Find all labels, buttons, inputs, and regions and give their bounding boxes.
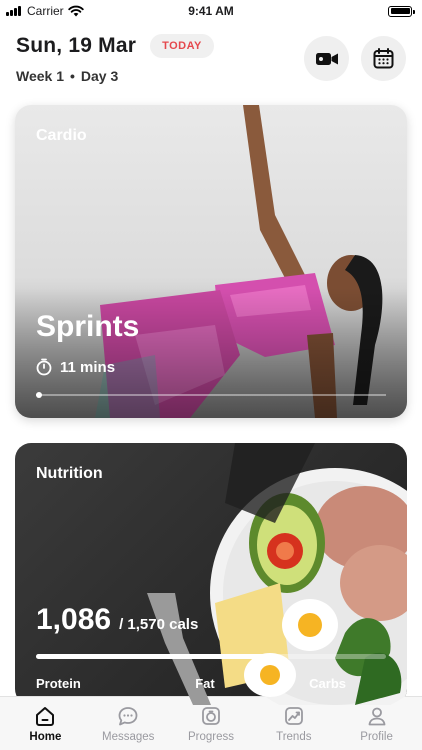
tab-progress[interactable]: Progress [170, 705, 253, 743]
header: Sun, 19 Mar TODAY Week 1 • Day 3 [16, 34, 406, 86]
day-label: Day 3 [80, 68, 119, 84]
today-badge: TODAY [150, 34, 214, 58]
signal-icon [6, 6, 21, 16]
tab-profile-label: Profile [360, 730, 393, 743]
macro-fat: Fat [195, 676, 215, 691]
card-overlay [15, 288, 407, 418]
header-actions [304, 36, 406, 81]
cardio-card[interactable]: Cardio Sprints 11 mins [15, 105, 407, 418]
status-bar: Carrier 9:41 AM [0, 0, 422, 22]
home-icon [36, 706, 55, 726]
tab-home[interactable]: Home [4, 705, 87, 743]
carrier-name: Carrier [27, 4, 64, 18]
workout-title: Sprints [36, 310, 140, 343]
nutrition-card[interactable]: Nutrition 1,086 / 1,570 cals Protein Fat… [15, 443, 407, 705]
calendar-icon [373, 48, 394, 69]
calendar-button[interactable] [361, 36, 406, 81]
progress-indicator [36, 392, 42, 398]
tab-profile[interactable]: Profile [335, 705, 418, 743]
status-time: 9:41 AM [188, 4, 234, 18]
workout-duration: 11 mins [36, 358, 115, 376]
week-label: Week 1 [16, 68, 64, 84]
status-left: Carrier [6, 4, 84, 18]
calories-consumed: 1,086 [36, 603, 112, 636]
page-title: Sun, 19 Mar [16, 34, 137, 57]
cardio-label: Cardio [36, 127, 87, 144]
tab-trends[interactable]: Trends [252, 705, 335, 743]
calorie-progress-bar [36, 654, 386, 659]
trends-icon [284, 706, 303, 725]
tab-trends-label: Trends [276, 730, 312, 743]
calorie-progress-fill [36, 654, 278, 659]
workout-progress-bar [36, 392, 386, 398]
tab-messages-label: Messages [101, 730, 155, 743]
chat-bubble-icon [118, 706, 138, 725]
stopwatch-icon [36, 358, 52, 376]
tab-progress-label: Progress [187, 730, 234, 743]
separator: • [70, 68, 75, 84]
macro-carbs: Carbs [309, 676, 346, 691]
tab-home-label: Home [29, 730, 62, 743]
macros-row: Protein Fat Carbs [36, 676, 386, 691]
duration-text: 11 mins [60, 358, 116, 376]
tab-messages[interactable]: Messages [87, 705, 170, 743]
video-camera-icon [315, 52, 338, 65]
battery-icon [388, 5, 415, 17]
video-call-button[interactable] [304, 36, 349, 81]
profile-icon [368, 707, 385, 725]
progress-icon [202, 706, 220, 725]
calories-goal: / 1,570 cals [119, 616, 199, 633]
wifi-icon [67, 5, 84, 17]
calorie-summary: 1,086 / 1,570 cals [36, 603, 198, 637]
nutrition-label: Nutrition [36, 465, 103, 482]
macro-protein: Protein [36, 676, 81, 691]
